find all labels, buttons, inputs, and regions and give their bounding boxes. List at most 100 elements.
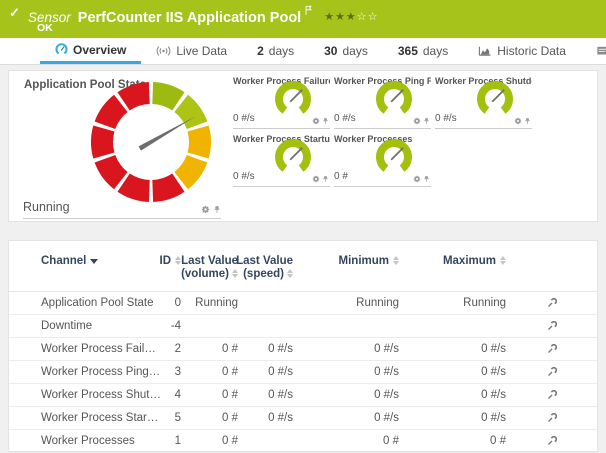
tab-bar: Overview Live Data 2 days 30 days 365 da… xyxy=(0,38,606,65)
gauge-value: 0 # xyxy=(334,171,348,182)
column-header-id[interactable]: ID xyxy=(161,255,181,291)
maximum-value: 0 #/s xyxy=(399,389,506,401)
edit-channel-wrench-icon[interactable] xyxy=(547,367,557,377)
gauge-pin-icon[interactable] xyxy=(423,175,430,183)
gauge-tile-worker-process-startup-failures: Worker Process Startup Failu... 0 #/s xyxy=(233,131,330,187)
gauge-value: 0 #/s xyxy=(334,113,356,124)
tab-2-days[interactable]: 2 days xyxy=(242,38,309,64)
gauge-tile-worker-process-shutdown-failures: Worker Process Shutdown Fa... 0 #/s xyxy=(435,73,532,129)
gauge-icon xyxy=(55,43,68,56)
flag-icon xyxy=(305,4,312,19)
gauge-settings-gear-icon[interactable] xyxy=(312,175,320,183)
channel-id: 0 xyxy=(161,297,181,309)
gauge-arc xyxy=(372,137,416,177)
last-value-speed: 0 #/s xyxy=(238,343,293,355)
gauge-pin-icon[interactable] xyxy=(322,175,329,183)
minimum-value: 0 #/s xyxy=(293,366,399,378)
channel-name: Worker Process Shutdo... xyxy=(41,389,161,401)
last-value-volume: 0 # xyxy=(181,366,238,378)
maximum-value: 0 #/s xyxy=(399,343,506,355)
column-header-channel[interactable]: Channel xyxy=(41,255,161,291)
last-value-volume: 0 # xyxy=(181,343,238,355)
column-header-last-value-speed[interactable]: Last Value (speed) xyxy=(238,255,293,291)
table-row: Worker Process Shutdo... 4 0 # 0 #/s 0 #… xyxy=(9,384,597,407)
table-row: Worker Process Failures 2 0 # 0 #/s 0 #/… xyxy=(9,338,597,361)
column-header-maximum[interactable]: Maximum xyxy=(399,255,506,291)
tab-live-data[interactable]: Live Data xyxy=(141,38,242,64)
last-value-volume: 0 # xyxy=(181,435,238,447)
last-value-volume: 0 # xyxy=(181,412,238,424)
log-icon xyxy=(596,45,606,57)
minimum-value: 0 #/s xyxy=(293,343,399,355)
gauge-pin-icon[interactable] xyxy=(423,117,430,125)
maximum-value: 0 # xyxy=(399,435,506,447)
stars-filled: ★★★ xyxy=(324,11,357,23)
gauge-tile-worker-process-failures: Worker Process Failures 0 #/s xyxy=(233,73,330,129)
last-value-volume: 0 # xyxy=(181,389,238,401)
channel-name: Worker Processes xyxy=(41,435,161,447)
tab-30-days[interactable]: 30 days xyxy=(309,38,383,64)
gauge-settings-gear-icon[interactable] xyxy=(413,175,421,183)
tab-historic-data[interactable]: Historic Data xyxy=(463,38,581,64)
sensor-title: PerfCounter IIS Application Pool xyxy=(78,10,301,26)
edit-channel-wrench-icon[interactable] xyxy=(547,390,557,400)
channel-table-panel: Channel ID Last Value (volume) Last Valu… xyxy=(8,240,598,452)
gauge-value: 0 #/s xyxy=(435,113,457,124)
minimum-value: 0 #/s xyxy=(293,412,399,424)
minimum-value: Running xyxy=(293,297,399,309)
gauge-pin-icon[interactable] xyxy=(524,117,531,125)
main-gauge-tile: Application Pool State Running xyxy=(9,71,233,221)
tab-365-days[interactable]: 365 days xyxy=(383,38,463,64)
channel-id: 2 xyxy=(161,343,181,355)
table-row: Downtime -4 xyxy=(9,315,597,338)
live-data-icon xyxy=(156,45,171,57)
gauge-tile-worker-process-ping-failures: Worker Process Ping Failures 0 #/s xyxy=(334,73,431,129)
channel-name: Worker Process Failures xyxy=(41,343,161,355)
edit-channel-wrench-icon[interactable] xyxy=(547,298,557,308)
channel-name: Application Pool State xyxy=(41,297,161,309)
gauge-tile-worker-processes: Worker Processes 0 # xyxy=(334,131,431,187)
maximum-value: 0 #/s xyxy=(399,412,506,424)
channel-name: Worker Process Startup... xyxy=(41,412,161,424)
table-row: Worker Process Ping Fa... 3 0 # 0 #/s 0 … xyxy=(9,361,597,384)
channel-name: Downtime xyxy=(41,320,161,332)
sensor-status-badge: OK xyxy=(37,22,53,34)
table-row: Application Pool State 0 Running Running… xyxy=(9,292,597,315)
maximum-value: 0 #/s xyxy=(399,366,506,378)
gauge-settings-gear-icon[interactable] xyxy=(413,117,421,125)
status-ok-check-icon: ✓ xyxy=(9,5,20,21)
edit-channel-wrench-icon[interactable] xyxy=(547,321,557,331)
edit-channel-wrench-icon[interactable] xyxy=(547,436,557,446)
gauge-pin-icon[interactable] xyxy=(213,205,221,214)
sensor-header: ✓ SensorPerfCounter IIS Application Pool… xyxy=(0,0,606,38)
gauge-value: 0 #/s xyxy=(233,113,255,124)
last-value-speed: 0 #/s xyxy=(238,389,293,401)
channel-id: 1 xyxy=(161,435,181,447)
edit-channel-wrench-icon[interactable] xyxy=(547,344,557,354)
gauge-arc xyxy=(271,79,315,119)
column-header-last-value-volume[interactable]: Last Value (volume) xyxy=(181,255,238,291)
minimum-value: 0 #/s xyxy=(293,389,399,401)
main-gauge-value: Running xyxy=(23,200,70,214)
gauge-settings-gear-icon[interactable] xyxy=(312,117,320,125)
gauge-pin-icon[interactable] xyxy=(322,117,329,125)
table-row: Worker Process Startup... 5 0 # 0 #/s 0 … xyxy=(9,407,597,430)
sort-desc-icon xyxy=(90,259,98,264)
priority-stars[interactable]: ★★★☆☆ xyxy=(324,11,378,23)
column-header-minimum[interactable]: Minimum xyxy=(293,255,399,291)
last-value-speed: 0 #/s xyxy=(238,412,293,424)
last-value-volume: Running xyxy=(181,297,238,309)
gauge-arc xyxy=(372,79,416,119)
minimum-value: 0 # xyxy=(293,435,399,447)
chart-icon xyxy=(478,45,492,57)
tab-log[interactable]: Log xyxy=(581,38,606,64)
gauge-settings-gear-icon[interactable] xyxy=(514,117,522,125)
stars-empty: ☆☆ xyxy=(357,11,379,23)
tab-overview[interactable]: Overview xyxy=(40,38,141,64)
gauge-value: 0 #/s xyxy=(233,171,255,182)
edit-channel-wrench-icon[interactable] xyxy=(547,413,557,423)
gauge-settings-gear-icon[interactable] xyxy=(201,205,210,214)
maximum-value: Running xyxy=(399,297,506,309)
small-gauges-grid: Worker Process Failures 0 #/s Worker Pro… xyxy=(233,71,597,221)
channel-id: 5 xyxy=(161,412,181,424)
